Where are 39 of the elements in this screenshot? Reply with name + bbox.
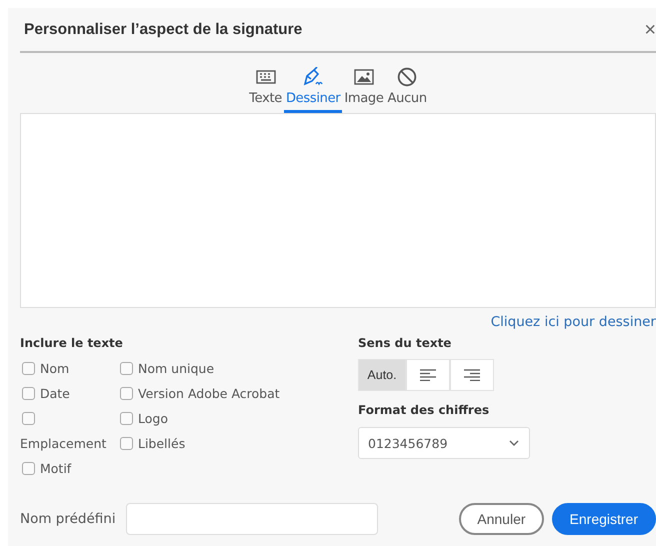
checkbox[interactable] [120, 412, 133, 425]
checkbox[interactable] [22, 412, 35, 425]
checkbox-label: Version Adobe Acrobat [138, 386, 280, 401]
align-right-icon [464, 369, 480, 381]
checkbox[interactable] [120, 437, 133, 450]
align-right-button[interactable] [449, 360, 493, 390]
close-button[interactable]: × [640, 20, 656, 40]
section-heading: Format des chiffres [358, 403, 490, 417]
auto-direction-button[interactable]: Auto. [359, 360, 405, 390]
align-left-button[interactable] [405, 360, 449, 390]
checkbox[interactable] [120, 387, 133, 400]
checkbox-label: Nom unique [138, 361, 214, 376]
cancel-button[interactable]: Annuler [459, 503, 544, 535]
checkbox[interactable] [22, 462, 35, 475]
checkbox[interactable] [120, 362, 133, 375]
tab[interactable]: Image [342, 63, 386, 113]
section-heading: Inclure le texte [20, 336, 124, 350]
digit-format-dropdown[interactable]: 0123456789 [358, 427, 530, 459]
section-heading: Sens du texte [358, 336, 452, 350]
draw-link[interactable]: Cliquez ici pour dessiner [490, 314, 656, 330]
prohibited-icon [397, 67, 418, 87]
tab[interactable]: Texte [247, 63, 284, 113]
checkbox-label: Emplacement [20, 435, 108, 452]
checkbox-label: Motif [40, 461, 72, 476]
pen-icon [302, 67, 324, 87]
save-button[interactable]: Enregistrer [552, 503, 656, 535]
checkbox-label: Date [40, 386, 70, 401]
tab[interactable]: Aucun [386, 63, 429, 113]
align-left-icon [420, 369, 436, 381]
chevron-down-icon [509, 440, 519, 446]
checkbox[interactable] [22, 362, 35, 375]
checkbox[interactable] [22, 387, 35, 400]
image-icon [354, 67, 374, 87]
preset-name-field[interactable] [126, 503, 378, 535]
checkbox-label: Nom [40, 361, 70, 376]
field-label: Nom prédéfini [20, 511, 116, 527]
dialog-title: Personnaliser l’aspect de la signature [24, 20, 302, 38]
checkbox-label: Logo [138, 411, 168, 426]
checkbox-label: Libellés [138, 436, 186, 451]
